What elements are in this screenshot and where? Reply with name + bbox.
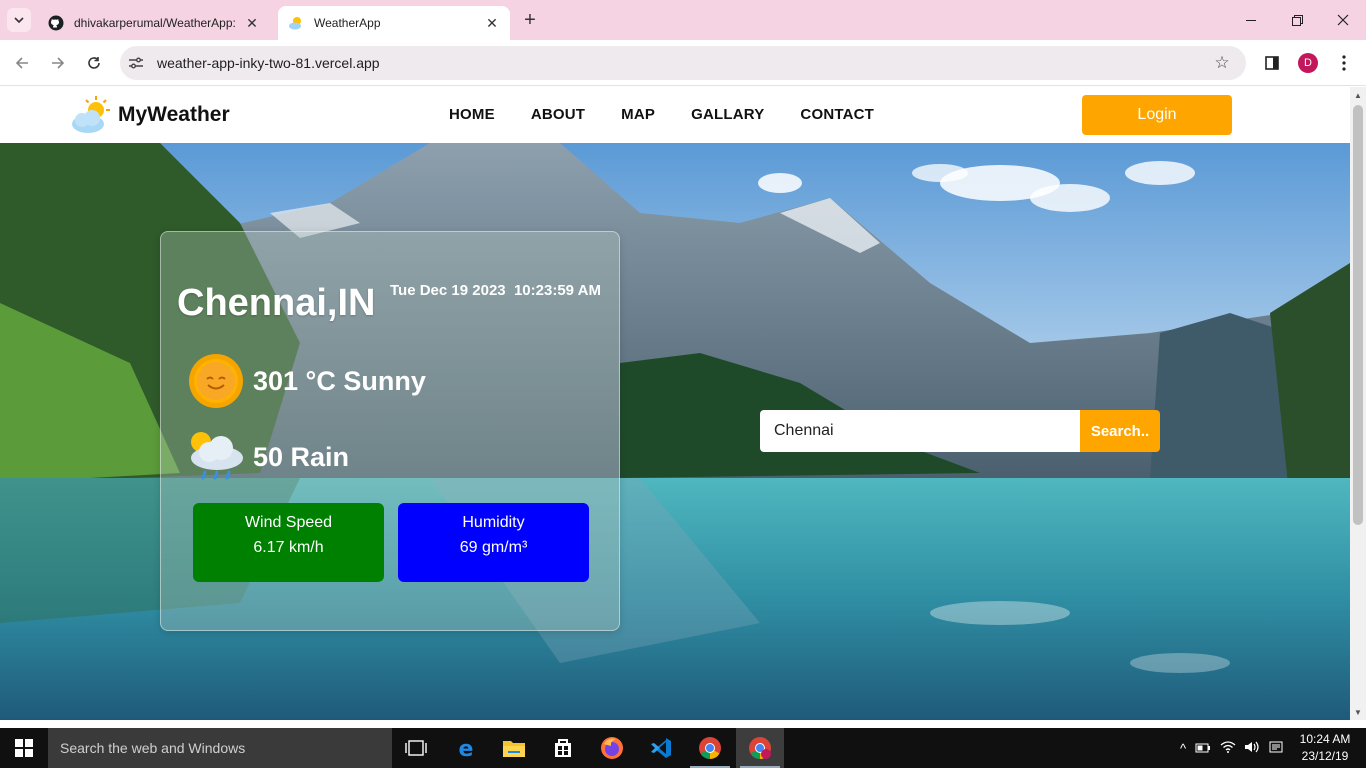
search-button[interactable]: Search.. bbox=[1080, 410, 1160, 452]
svg-text:e: e bbox=[459, 737, 474, 759]
temperature-value: 301 °C Sunny bbox=[253, 365, 426, 396]
rain-value: 50 Rain bbox=[253, 441, 350, 472]
clock-date: 23/12/19 bbox=[1301, 749, 1349, 763]
forward-icon[interactable] bbox=[46, 51, 70, 75]
wind-speed-value: 6.17 km/h bbox=[253, 539, 324, 556]
city-name: Chennai,IN bbox=[177, 282, 376, 324]
system-tray: ^ bbox=[1176, 728, 1288, 768]
more-menu-icon[interactable] bbox=[1332, 51, 1356, 75]
taskbar-clock[interactable]: 10:24 AM 23/12/19 bbox=[1296, 731, 1354, 765]
battery-icon[interactable] bbox=[1190, 741, 1216, 756]
back-icon[interactable] bbox=[10, 51, 34, 75]
scrollbar-thumb[interactable] bbox=[1353, 105, 1363, 525]
github-icon bbox=[48, 15, 64, 31]
rain-row: 50 Rain bbox=[187, 428, 349, 486]
nav-map[interactable]: MAP bbox=[621, 106, 655, 123]
windows-taskbar: Search the web and Windows e ^ 10:24 AM … bbox=[0, 728, 1366, 768]
humidity-value: 69 gm/m³ bbox=[459, 539, 528, 556]
tab-title: dhivakarperumal/WeatherApp: bbox=[74, 16, 236, 30]
taskbar-search-placeholder: Search the web and Windows bbox=[60, 740, 246, 756]
close-tab-icon[interactable]: ✕ bbox=[244, 15, 260, 31]
url-text: weather-app-inky-two-81.vercel.app bbox=[157, 55, 380, 71]
action-center-icon[interactable] bbox=[1264, 741, 1288, 756]
sun-rain-cloud-icon bbox=[187, 428, 245, 486]
tab-github[interactable]: dhivakarperumal/WeatherApp: ✕ bbox=[38, 6, 270, 40]
site-settings-icon[interactable] bbox=[124, 51, 148, 75]
browser-tab-strip: dhivakarperumal/WeatherApp: ✕ WeatherApp… bbox=[0, 0, 1366, 40]
sun-cloud-logo-icon bbox=[70, 94, 112, 136]
tab-weatherapp[interactable]: WeatherApp ✕ bbox=[278, 6, 510, 40]
vscode-icon[interactable] bbox=[637, 728, 685, 768]
hero-background: Chennai,IN Tue Dec 19 2023 10:23:59 AM 3… bbox=[0, 143, 1350, 720]
nav-home[interactable]: HOME bbox=[449, 106, 495, 123]
firefox-icon[interactable] bbox=[588, 728, 636, 768]
date-time: Tue Dec 19 2023 10:23:59 AM bbox=[390, 282, 601, 299]
brand[interactable]: MyWeather bbox=[70, 93, 230, 137]
show-hidden-icons-chevron-icon[interactable]: ^ bbox=[1176, 741, 1190, 756]
scroll-up-arrow-icon[interactable]: ▲ bbox=[1353, 90, 1363, 100]
wind-speed-box: Wind Speed 6.17 km/h bbox=[193, 503, 384, 582]
windows-start-icon[interactable] bbox=[0, 728, 48, 768]
search-bar: Search.. bbox=[760, 410, 1160, 452]
page-viewport: MyWeather HOME ABOUT MAP GALLARY CONTACT… bbox=[0, 87, 1350, 720]
wind-speed-label: Wind Speed bbox=[244, 514, 333, 531]
site-navbar: MyWeather HOME ABOUT MAP GALLARY CONTACT… bbox=[0, 87, 1350, 143]
scroll-down-arrow-icon[interactable]: ▼ bbox=[1353, 707, 1363, 717]
clock-time: 10:24 AM bbox=[1299, 732, 1351, 746]
chrome-profile-icon[interactable] bbox=[736, 728, 784, 768]
side-panel-icon[interactable] bbox=[1260, 51, 1284, 75]
weather-favicon-icon bbox=[288, 15, 304, 31]
profile-avatar[interactable]: D bbox=[1296, 51, 1320, 75]
city-search-input[interactable] bbox=[760, 410, 1080, 452]
profile-initial: D bbox=[1298, 53, 1318, 73]
address-bar[interactable]: weather-app-inky-two-81.vercel.app ☆ bbox=[120, 46, 1246, 80]
store-icon[interactable] bbox=[539, 728, 587, 768]
minimize-icon[interactable] bbox=[1228, 0, 1274, 40]
task-view-icon[interactable] bbox=[392, 728, 440, 768]
taskbar-search-box[interactable]: Search the web and Windows bbox=[48, 728, 392, 768]
temperature-row: 301 °C Sunny bbox=[187, 352, 426, 410]
nav-about[interactable]: ABOUT bbox=[531, 106, 585, 123]
close-window-icon[interactable] bbox=[1320, 0, 1366, 40]
browser-toolbar: weather-app-inky-two-81.vercel.app ☆ D bbox=[0, 40, 1366, 86]
tab-search-chevron-icon[interactable] bbox=[7, 8, 31, 32]
close-tab-icon[interactable]: ✕ bbox=[484, 15, 500, 31]
reload-icon[interactable] bbox=[82, 51, 106, 75]
smiling-sun-icon bbox=[187, 352, 245, 410]
login-button[interactable]: Login bbox=[1082, 95, 1232, 135]
bookmark-star-icon[interactable]: ☆ bbox=[1210, 51, 1234, 75]
page-scrollbar[interactable]: ▲ ▼ bbox=[1350, 87, 1366, 720]
humidity-label: Humidity bbox=[462, 514, 525, 531]
wifi-icon[interactable] bbox=[1216, 740, 1240, 756]
volume-icon[interactable] bbox=[1240, 741, 1264, 756]
chrome-icon[interactable] bbox=[686, 728, 734, 768]
new-tab-plus-icon[interactable]: + bbox=[520, 9, 540, 31]
file-explorer-icon[interactable] bbox=[490, 728, 538, 768]
nav-contact[interactable]: CONTACT bbox=[800, 106, 874, 123]
tab-title: WeatherApp bbox=[314, 16, 381, 30]
restore-icon[interactable] bbox=[1274, 0, 1320, 40]
nav-gallary[interactable]: GALLARY bbox=[691, 106, 764, 123]
weather-card: Chennai,IN Tue Dec 19 2023 10:23:59 AM 3… bbox=[160, 231, 620, 631]
main-menu: HOME ABOUT MAP GALLARY CONTACT bbox=[449, 106, 910, 123]
brand-name: MyWeather bbox=[118, 103, 230, 126]
edge-browser-icon[interactable]: e bbox=[442, 728, 490, 768]
humidity-box: Humidity 69 gm/m³ bbox=[398, 503, 589, 582]
